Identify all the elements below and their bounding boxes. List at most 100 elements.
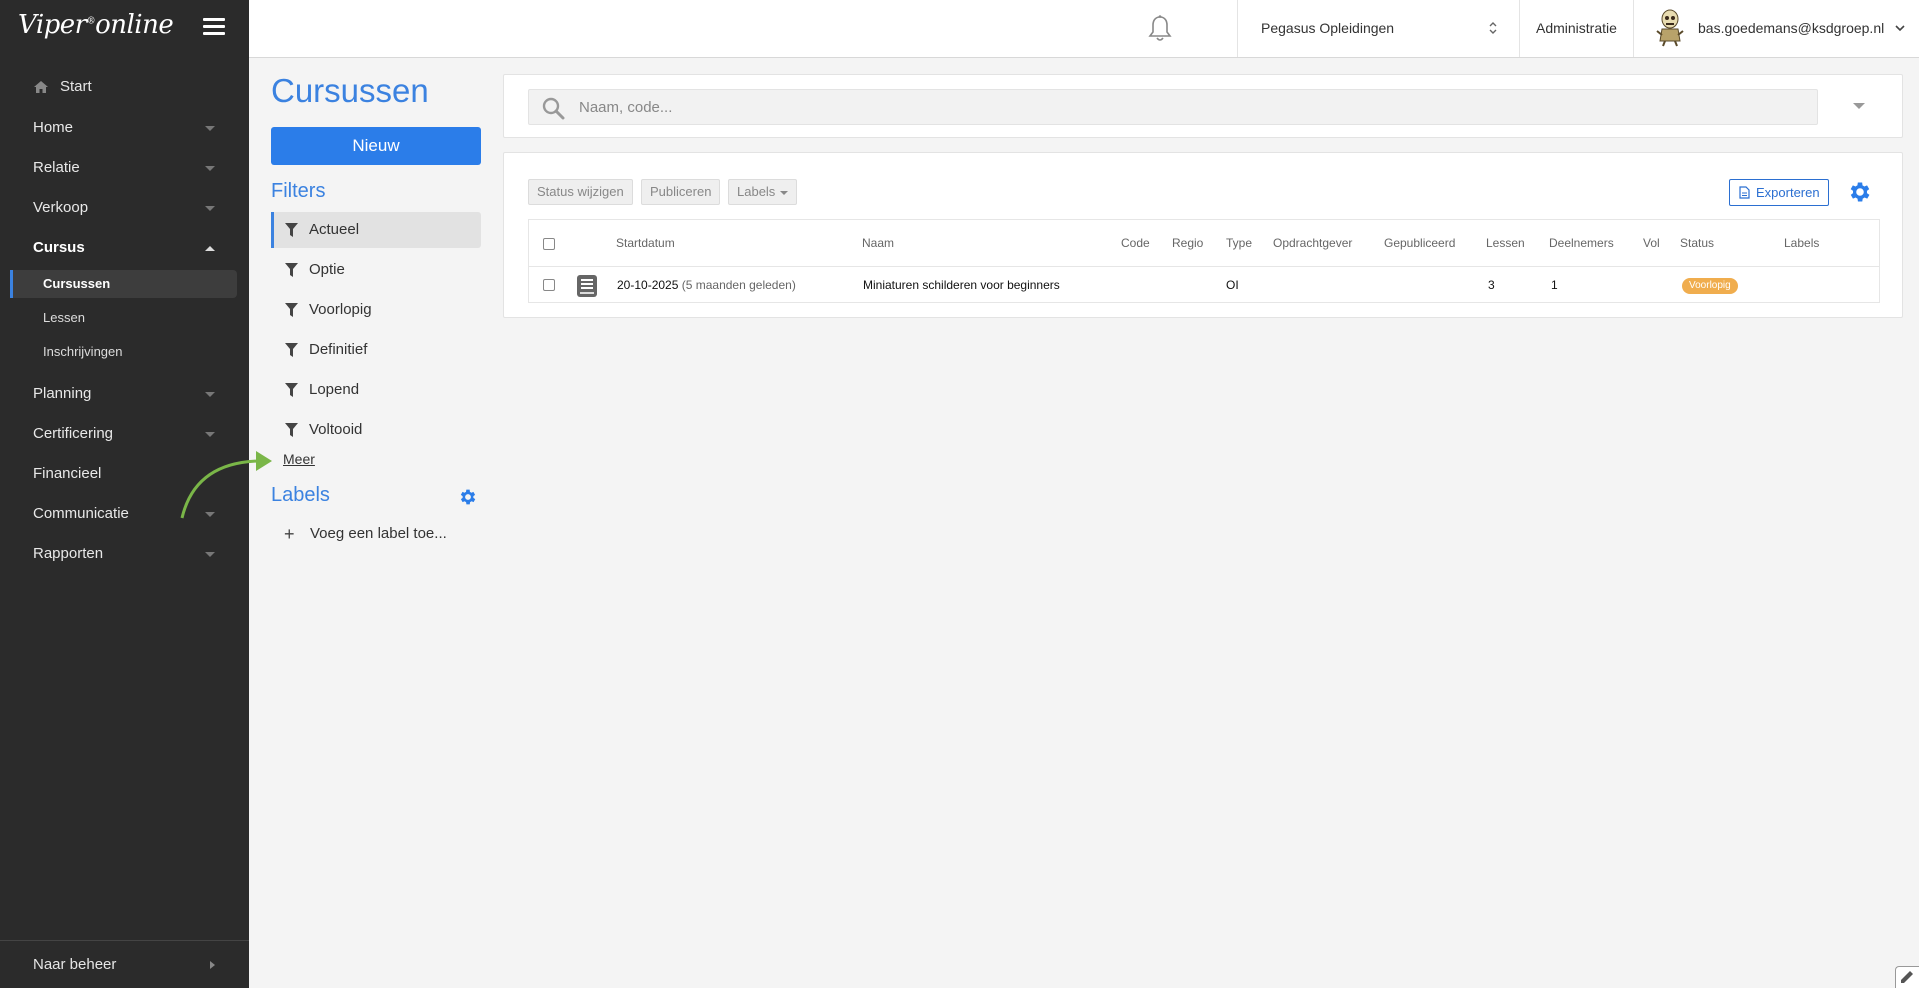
divider bbox=[1237, 0, 1238, 57]
column-header-regio[interactable]: Regio bbox=[1172, 220, 1203, 266]
filter-label: Definitief bbox=[309, 341, 368, 358]
course-book-icon bbox=[577, 275, 597, 297]
cell-deelnemers: 1 bbox=[1551, 278, 1558, 292]
divider bbox=[1633, 0, 1634, 57]
column-header-deelnemers[interactable]: Deelnemers bbox=[1549, 220, 1614, 266]
filter-label: Voorlopig bbox=[309, 301, 372, 318]
relative-date: (5 maanden geleden) bbox=[681, 278, 796, 292]
sidebar-item-start[interactable]: Start bbox=[60, 70, 92, 104]
sidebar-subitem-cursussen[interactable]: Cursussen bbox=[10, 270, 237, 298]
filter-voorlopig[interactable]: Voorlopig bbox=[271, 292, 481, 328]
brand-logo[interactable]: Viper®online bbox=[18, 10, 174, 40]
column-header-gepubliceerd[interactable]: Gepubliceerd bbox=[1384, 220, 1455, 266]
wrench-icon-glyph bbox=[1901, 971, 1913, 983]
sidebar-subitem-inschrijvingen[interactable]: Inschrijvingen bbox=[10, 338, 237, 366]
new-course-button[interactable]: Nieuw bbox=[271, 127, 481, 165]
user-menu[interactable]: bas.goedemans@ksdgroep.nl bbox=[1698, 0, 1884, 57]
courses-table: Startdatum Naam Code Regio Type Opdracht… bbox=[528, 219, 1880, 303]
sidebar-item-label: Rapporten bbox=[33, 545, 104, 562]
column-header-code[interactable]: Code bbox=[1121, 220, 1150, 266]
cell-startdatum: 20-10-2025 (5 maanden geleden) bbox=[617, 267, 796, 304]
sidebar-item-verkoop[interactable]: Verkoop bbox=[0, 188, 249, 228]
sidebar-item-cursus[interactable]: Cursus bbox=[0, 228, 249, 268]
gear-icon[interactable] bbox=[1847, 179, 1873, 205]
status-badge: Voorlopig bbox=[1682, 277, 1738, 294]
sidebar-item-label: Home bbox=[33, 119, 74, 136]
home-icon bbox=[34, 81, 48, 93]
sidebar-item-home[interactable]: Home bbox=[0, 108, 249, 148]
filter-voltooid[interactable]: Voltooid bbox=[271, 412, 481, 448]
column-header-type[interactable]: Type bbox=[1226, 220, 1252, 266]
labels-dropdown-button[interactable]: Labels bbox=[728, 179, 798, 205]
sidebar-item-rapporten[interactable]: Rapporten bbox=[0, 534, 249, 574]
sidebar-item-relatie[interactable]: Relatie bbox=[0, 148, 249, 188]
column-header-vol[interactable]: Vol bbox=[1643, 220, 1660, 266]
filter-icon bbox=[285, 263, 298, 277]
filter-label: Optie bbox=[309, 261, 345, 278]
sidebar-item-naar-beheer[interactable]: Naar beheer bbox=[0, 940, 249, 988]
filter-actueel[interactable]: Actueel bbox=[271, 212, 481, 248]
publish-button[interactable]: Publiceren bbox=[641, 179, 721, 205]
caret-down-icon[interactable] bbox=[1853, 103, 1865, 109]
start-date: 20-10-2025 bbox=[617, 278, 679, 292]
search-icon bbox=[542, 97, 565, 120]
avatar[interactable] bbox=[1653, 7, 1687, 47]
filter-lopend[interactable]: Lopend bbox=[271, 372, 481, 408]
courses-table-card: Status wijzigen Publiceren Labels Export… bbox=[503, 152, 1903, 318]
table-row[interactable]: 20-10-2025 (5 maanden geleden) Miniature… bbox=[529, 266, 1879, 303]
column-header-labels[interactable]: Labels bbox=[1784, 220, 1819, 266]
filter-label: Lopend bbox=[309, 381, 360, 398]
search-card bbox=[503, 74, 1903, 138]
add-label-button[interactable]: + Voeg een label toe... bbox=[284, 522, 447, 546]
filter-icon bbox=[285, 423, 298, 437]
top-bar: Pegasus Opleidingen Administratie bas.go… bbox=[249, 0, 1919, 58]
organization-select[interactable]: Pegasus Opleidingen bbox=[1261, 0, 1394, 57]
caret-up-icon bbox=[205, 246, 215, 251]
wrench-icon[interactable] bbox=[1895, 966, 1919, 988]
cell-lessen: 3 bbox=[1488, 278, 1495, 292]
filter-label: Actueel bbox=[309, 221, 360, 238]
administration-link[interactable]: Administratie bbox=[1536, 0, 1617, 57]
caret-down-icon bbox=[205, 432, 215, 437]
column-header-lessen[interactable]: Lessen bbox=[1486, 220, 1525, 266]
sidebar-item-label: Verkoop bbox=[33, 199, 89, 216]
bell-icon[interactable] bbox=[1145, 14, 1175, 44]
more-filters-link[interactable]: Meer bbox=[283, 451, 315, 467]
row-checkbox[interactable] bbox=[543, 279, 555, 291]
app-root: Viper®online Start Home Relatie Verkoop … bbox=[0, 0, 1919, 988]
sidebar-item-label: Communicatie bbox=[33, 505, 129, 522]
chevron-down-icon[interactable] bbox=[1895, 24, 1905, 32]
column-header-startdatum[interactable]: Startdatum bbox=[616, 220, 675, 266]
cell-status: Voorlopig bbox=[1682, 267, 1738, 304]
filter-icon bbox=[285, 223, 298, 237]
sidebar-item-label: Cursus bbox=[33, 239, 85, 256]
filter-icon bbox=[285, 383, 298, 397]
gear-icon[interactable] bbox=[458, 487, 478, 507]
column-header-status[interactable]: Status bbox=[1680, 220, 1714, 266]
labels-heading: Labels bbox=[271, 484, 330, 506]
divider bbox=[1519, 0, 1520, 57]
annotation-arrow-icon bbox=[180, 451, 272, 519]
menu-toggle-icon[interactable] bbox=[203, 18, 225, 36]
search-input[interactable] bbox=[579, 90, 1799, 124]
filter-optie[interactable]: Optie bbox=[271, 252, 481, 288]
select-all-checkbox[interactable] bbox=[543, 238, 555, 250]
sidebar-item-label: Financieel bbox=[33, 465, 102, 482]
sidebar-subitem-lessen[interactable]: Lessen bbox=[10, 304, 237, 332]
sidebar-item-label: Planning bbox=[33, 385, 92, 402]
column-header-opdrachtgever[interactable]: Opdrachtgever bbox=[1273, 220, 1352, 266]
sidebar-item-planning[interactable]: Planning bbox=[0, 374, 249, 414]
file-export-icon bbox=[1739, 186, 1750, 199]
labels-dropdown-label: Labels bbox=[737, 184, 776, 199]
search-box bbox=[528, 89, 1818, 125]
filter-definitief[interactable]: Definitief bbox=[271, 332, 481, 368]
sidebar-item-label: Certificering bbox=[33, 425, 114, 442]
cell-naam[interactable]: Miniaturen schilderen voor beginners bbox=[863, 267, 1060, 304]
sort-arrows-icon[interactable] bbox=[1488, 20, 1498, 36]
change-status-button[interactable]: Status wijzigen bbox=[528, 179, 633, 205]
export-button[interactable]: Exporteren bbox=[1729, 179, 1829, 206]
filters-heading: Filters bbox=[271, 180, 326, 202]
caret-down-icon bbox=[205, 126, 215, 131]
column-header-naam[interactable]: Naam bbox=[862, 220, 894, 266]
filter-label: Voltooid bbox=[309, 421, 363, 438]
